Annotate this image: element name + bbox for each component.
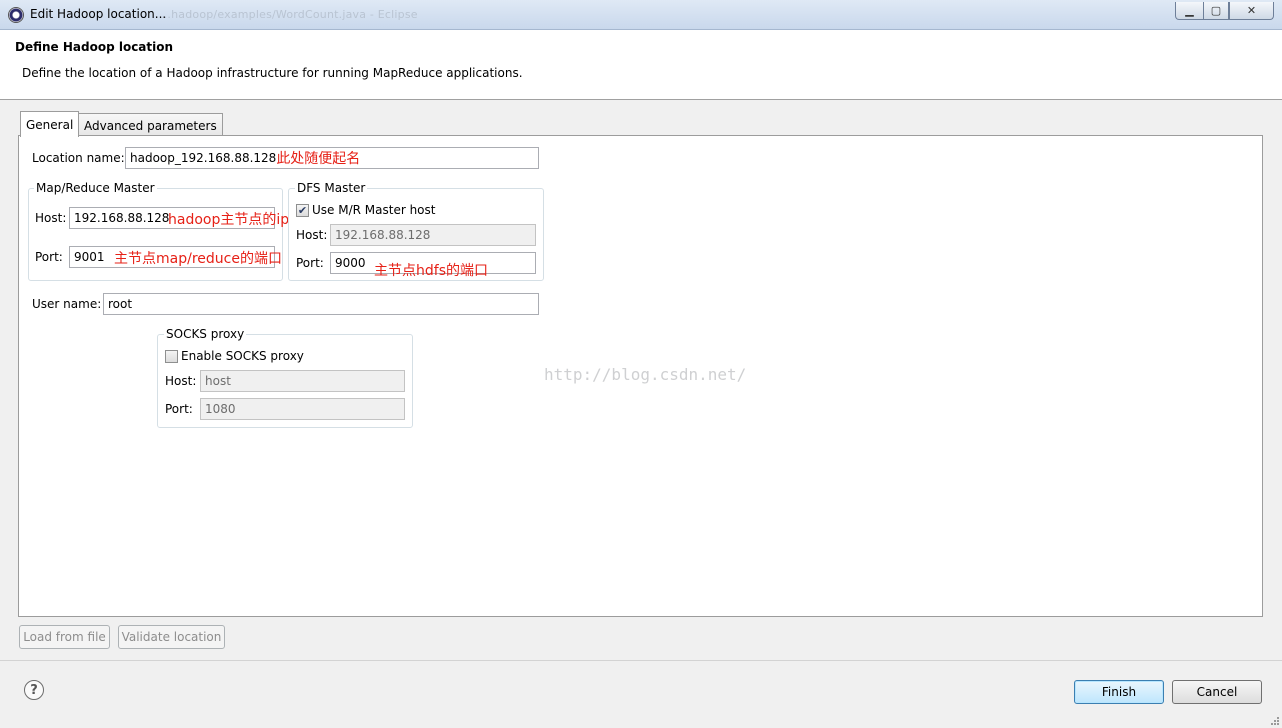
dfs-host-label: Host:	[296, 228, 328, 242]
watermark: http://blog.csdn.net/	[544, 365, 747, 384]
window-title: Edit Hadoop location...	[30, 7, 167, 21]
page-description: Define the location of a Hadoop infrastr…	[22, 66, 523, 80]
mr-port-value: 9001	[74, 250, 105, 264]
validate-location-button[interactable]: Validate location	[118, 625, 225, 649]
help-icon[interactable]: ?	[24, 680, 44, 700]
enable-socks-checkbox[interactable]	[165, 350, 178, 363]
tab-advanced-parameters[interactable]: Advanced parameters	[78, 113, 223, 137]
cancel-button[interactable]: Cancel	[1172, 680, 1262, 704]
mr-master-legend: Map/Reduce Master	[34, 181, 157, 195]
socks-proxy-legend: SOCKS proxy	[164, 327, 247, 341]
close-icon: ✕	[1246, 4, 1257, 17]
mr-host-annotation: hadoop主节点的ip	[168, 212, 290, 228]
socks-host-label: Host:	[165, 374, 197, 388]
socks-port-label: Port:	[165, 402, 193, 416]
dialog-header	[0, 30, 1282, 100]
dfs-port-label: Port:	[296, 256, 324, 270]
load-from-file-button[interactable]: Load from file	[19, 625, 110, 649]
load-from-file-label: Load from file	[23, 630, 106, 644]
enable-socks-label: Enable SOCKS proxy	[181, 349, 304, 363]
finish-button[interactable]: Finish	[1074, 680, 1164, 704]
mr-port-annotation: 主节点map/reduce的端口	[114, 251, 282, 267]
socks-host-input[interactable]: host	[200, 370, 405, 392]
minimize-icon: ▁	[1185, 4, 1194, 17]
location-name-label: Location name:	[32, 151, 125, 165]
dfs-host-value: 192.168.88.128	[335, 228, 431, 242]
socks-port-value: 1080	[205, 402, 236, 416]
location-name-value: hadoop_192.168.88.128	[130, 151, 277, 165]
location-name-annotation: 此处随便起名	[276, 151, 361, 167]
page-title: Define Hadoop location	[15, 40, 174, 54]
dfs-port-annotation: 主节点hdfs的端口	[374, 263, 488, 279]
maximize-icon: ▢	[1210, 4, 1222, 17]
maximize-button[interactable]: ▢	[1203, 2, 1229, 20]
background-window-path: ...hadoop/examples/WordCount.java - Ecli…	[160, 8, 418, 21]
socks-host-value: host	[205, 374, 231, 388]
dfs-port-value: 9000	[335, 256, 366, 270]
mr-port-label: Port:	[35, 250, 63, 264]
mr-host-label: Host:	[35, 211, 67, 225]
mr-host-value: 192.168.88.128	[74, 211, 170, 225]
use-mr-master-label: Use M/R Master host	[312, 203, 436, 217]
cancel-label: Cancel	[1196, 685, 1238, 699]
close-button[interactable]: ✕	[1229, 2, 1274, 20]
user-name-label: User name:	[32, 297, 102, 311]
finish-label: Finish	[1101, 685, 1137, 699]
socks-port-input[interactable]: 1080	[200, 398, 405, 420]
user-name-input[interactable]: root	[103, 293, 539, 315]
checkmark-icon: ✔	[297, 204, 308, 217]
minimize-button[interactable]: ▁	[1175, 2, 1204, 20]
eclipse-app-icon	[8, 7, 24, 23]
use-mr-master-checkbox[interactable]: ✔	[296, 204, 309, 217]
location-name-input[interactable]: hadoop_192.168.88.128 此处随便起名	[125, 147, 539, 169]
help-glyph: ?	[30, 682, 38, 698]
dfs-host-input[interactable]: 192.168.88.128	[330, 224, 536, 246]
tab-general-label: General	[26, 117, 74, 132]
tab-general[interactable]: General	[20, 111, 80, 137]
tab-advanced-label: Advanced parameters	[84, 118, 217, 133]
user-name-value: root	[108, 297, 133, 311]
dfs-master-legend: DFS Master	[295, 181, 368, 195]
validate-location-label: Validate location	[121, 630, 222, 644]
resize-grip-icon[interactable]	[1270, 716, 1280, 726]
